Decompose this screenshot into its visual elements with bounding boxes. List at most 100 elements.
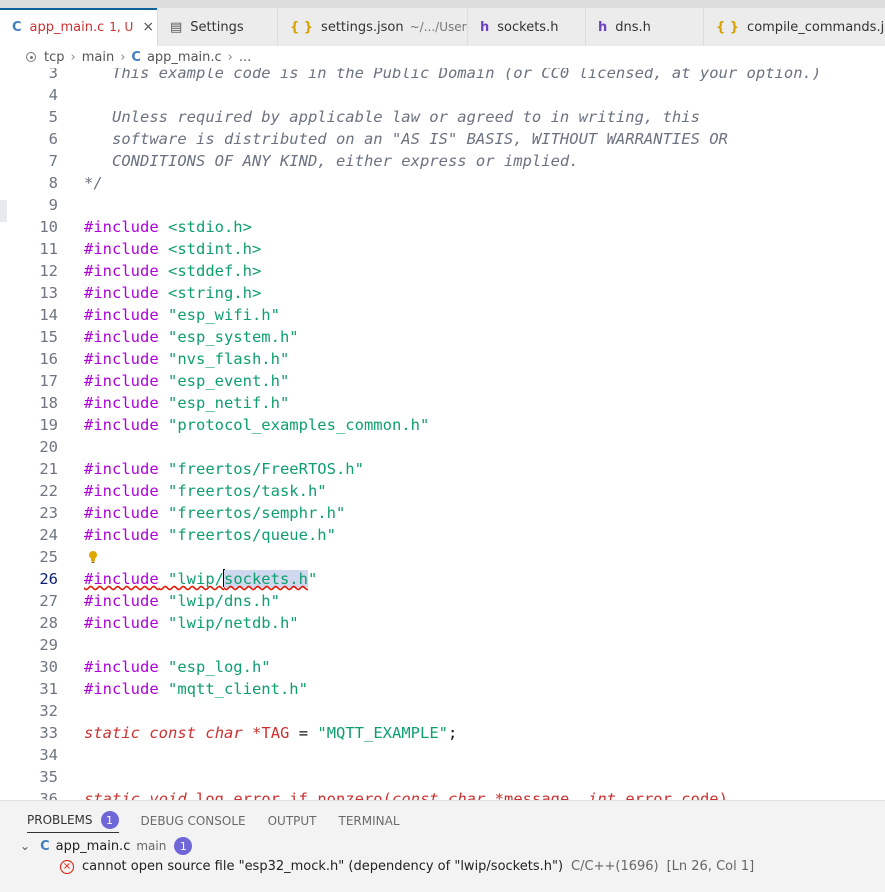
code-text: #include "freertos/queue.h" <box>84 524 336 546</box>
breadcrumb-folder-tcp[interactable]: tcp <box>44 50 65 65</box>
tab-settings-json[interactable]: { } settings.json ~/.../User <box>278 8 468 46</box>
code-token: #include <box>84 350 159 368</box>
h-file-icon: h <box>598 19 608 35</box>
code-line[interactable]: 8 */ <box>0 172 885 194</box>
code-token: #include <box>84 218 159 236</box>
tab-app-main-c[interactable]: Capp_main.c 1, U × <box>0 8 158 46</box>
code-line[interactable]: 17 #include "esp_event.h" <box>0 370 885 392</box>
line-number: 13 <box>39 284 58 302</box>
code-line[interactable]: 11 #include <stdint.h> <box>0 238 885 260</box>
code-line[interactable]: 24 #include "freertos/queue.h" <box>0 524 885 546</box>
breadcrumb-folder-main[interactable]: main <box>82 50 114 65</box>
code-text: #include "freertos/semphr.h" <box>84 502 345 524</box>
code-token: int <box>587 790 616 800</box>
code-token: error_code) <box>615 790 728 800</box>
code-line[interactable]: 27 #include "lwip/dns.h" <box>0 590 885 612</box>
code-line[interactable]: 6 software is distributed on an "AS IS" … <box>0 128 885 150</box>
title-bar <box>0 0 885 8</box>
breadcrumb-file[interactable]: app_main.c <box>147 50 222 65</box>
code-line[interactable]: 26 #include "lwip/sockets.h" <box>0 568 885 590</box>
line-number: 24 <box>39 526 58 544</box>
tab-compile-commands-json[interactable]: { } compile_commands.json <box>704 8 885 46</box>
code-token: #include <box>84 658 159 676</box>
line-number: 9 <box>48 196 58 214</box>
code-line[interactable]: 28 #include "lwip/netdb.h" <box>0 612 885 634</box>
code-line[interactable]: 29 <box>0 634 885 656</box>
code-token: log_error_if_nonzero( <box>186 790 392 800</box>
code-token: const <box>391 790 439 800</box>
code-line[interactable]: 36 static void log_error_if_nonzero(const… <box>0 788 885 800</box>
tab-dns-h[interactable]: h dns.h <box>586 8 704 46</box>
code-line[interactable]: 14 #include "esp_wifi.h" <box>0 304 885 326</box>
line-number: 11 <box>39 240 58 258</box>
line-number: 21 <box>39 460 58 478</box>
panel-tab-output[interactable]: OUTPUT <box>268 811 317 833</box>
code-text: #include "freertos/task.h" <box>84 480 327 502</box>
code-token: #include <box>84 262 159 280</box>
code-token: <stdint.h> <box>158 240 262 258</box>
code-token: "esp_system.h" <box>158 328 299 346</box>
code-token: #include <box>84 394 159 412</box>
code-editor[interactable]: 3 This example code is in the Public Dom… <box>0 68 885 800</box>
code-line[interactable]: 5 Unless required by applicable law or a… <box>0 106 885 128</box>
code-line[interactable]: 19 #include "protocol_examples_common.h" <box>0 414 885 436</box>
code-line[interactable]: 10 #include <stdio.h> <box>0 216 885 238</box>
panel-tab-problems[interactable]: PROBLEMS 1 <box>27 811 119 833</box>
code-token: *TAG <box>252 724 290 742</box>
code-line[interactable]: 3 This example code is in the Public Dom… <box>0 68 885 84</box>
close-icon[interactable]: × <box>142 19 154 35</box>
code-text: software is distributed on an "AS IS" BA… <box>84 128 728 150</box>
line-number: 26 <box>39 570 58 588</box>
chevron-down-icon[interactable]: ⌄ <box>20 839 30 853</box>
code-token: static <box>84 790 140 800</box>
code-line[interactable]: 23 #include "freertos/semphr.h" <box>0 502 885 524</box>
code-token: #include <box>84 592 159 610</box>
tab-sockets-h[interactable]: h sockets.h <box>468 8 586 46</box>
code-line[interactable]: 4 <box>0 84 885 106</box>
problems-panel: PROBLEMS 1 DEBUG CONSOLE OUTPUT TERMINAL ⌄ C… <box>0 800 885 892</box>
code-text: #include "nvs_flash.h" <box>84 348 289 370</box>
code-line[interactable]: 34 <box>0 744 885 766</box>
problem-item[interactable]: × cannot open source file "esp32_mock.h"… <box>60 859 754 874</box>
problem-file-row[interactable]: ⌄ C app_main.c main 1 <box>20 837 193 855</box>
code-line[interactable]: 13 #include <string.h> <box>0 282 885 304</box>
code-line[interactable]: 12 #include <stddef.h> <box>0 260 885 282</box>
panel-tab-terminal[interactable]: TERMINAL <box>339 811 400 833</box>
problem-file-folder: main <box>136 839 167 853</box>
code-line[interactable]: 33 static const char *TAG = "MQTT_EXAMPLE… <box>0 722 885 744</box>
code-text: #include "esp_log.h" <box>84 656 271 678</box>
code-token: "lwip/dns.h" <box>158 592 280 610</box>
code-line[interactable]: 30 #include "esp_log.h" <box>0 656 885 678</box>
code-line[interactable]: 31 #include "mqtt_client.h" <box>0 678 885 700</box>
code-token: */ <box>84 174 103 192</box>
line-number: 28 <box>39 614 58 632</box>
code-line[interactable]: 22 #include "freertos/task.h" <box>0 480 885 502</box>
tab-label: Settings <box>190 19 244 35</box>
code-line[interactable]: 35 <box>0 766 885 788</box>
tab-label: dns.h <box>615 19 651 35</box>
code-line[interactable]: 15 #include "esp_system.h" <box>0 326 885 348</box>
code-line[interactable]: 16 #include "nvs_flash.h" <box>0 348 885 370</box>
code-line[interactable]: 18 #include "esp_netif.h" <box>0 392 885 414</box>
code-line[interactable]: 7 CONDITIONS OF ANY KIND, either express… <box>0 150 885 172</box>
code-token: void <box>149 790 187 800</box>
lightbulb-icon[interactable] <box>88 550 98 564</box>
line-number: 23 <box>39 504 58 522</box>
line-number: 12 <box>39 262 58 280</box>
code-token: char <box>448 790 486 800</box>
tab-settings[interactable]: ▤ Settings <box>158 8 278 46</box>
code-line[interactable]: 32 <box>0 700 885 722</box>
code-line[interactable]: 25 <box>0 546 885 568</box>
tab-label: sockets.h <box>497 19 559 35</box>
line-number: 19 <box>39 416 58 434</box>
problem-location: [Ln 26, Col 1] <box>666 859 755 874</box>
code-text: This example code is in the Public Domai… <box>84 68 821 84</box>
code-line[interactable]: 20 <box>0 436 885 458</box>
breadcrumb-symbols[interactable]: ... <box>239 50 251 65</box>
panel-tab-debug-console[interactable]: DEBUG CONSOLE <box>141 811 246 833</box>
code-text: static void log_error_if_nonzero(const c… <box>84 788 728 800</box>
code-line[interactable]: 21 #include "freertos/FreeRTOS.h" <box>0 458 885 480</box>
code-line[interactable]: 9 <box>0 194 885 216</box>
